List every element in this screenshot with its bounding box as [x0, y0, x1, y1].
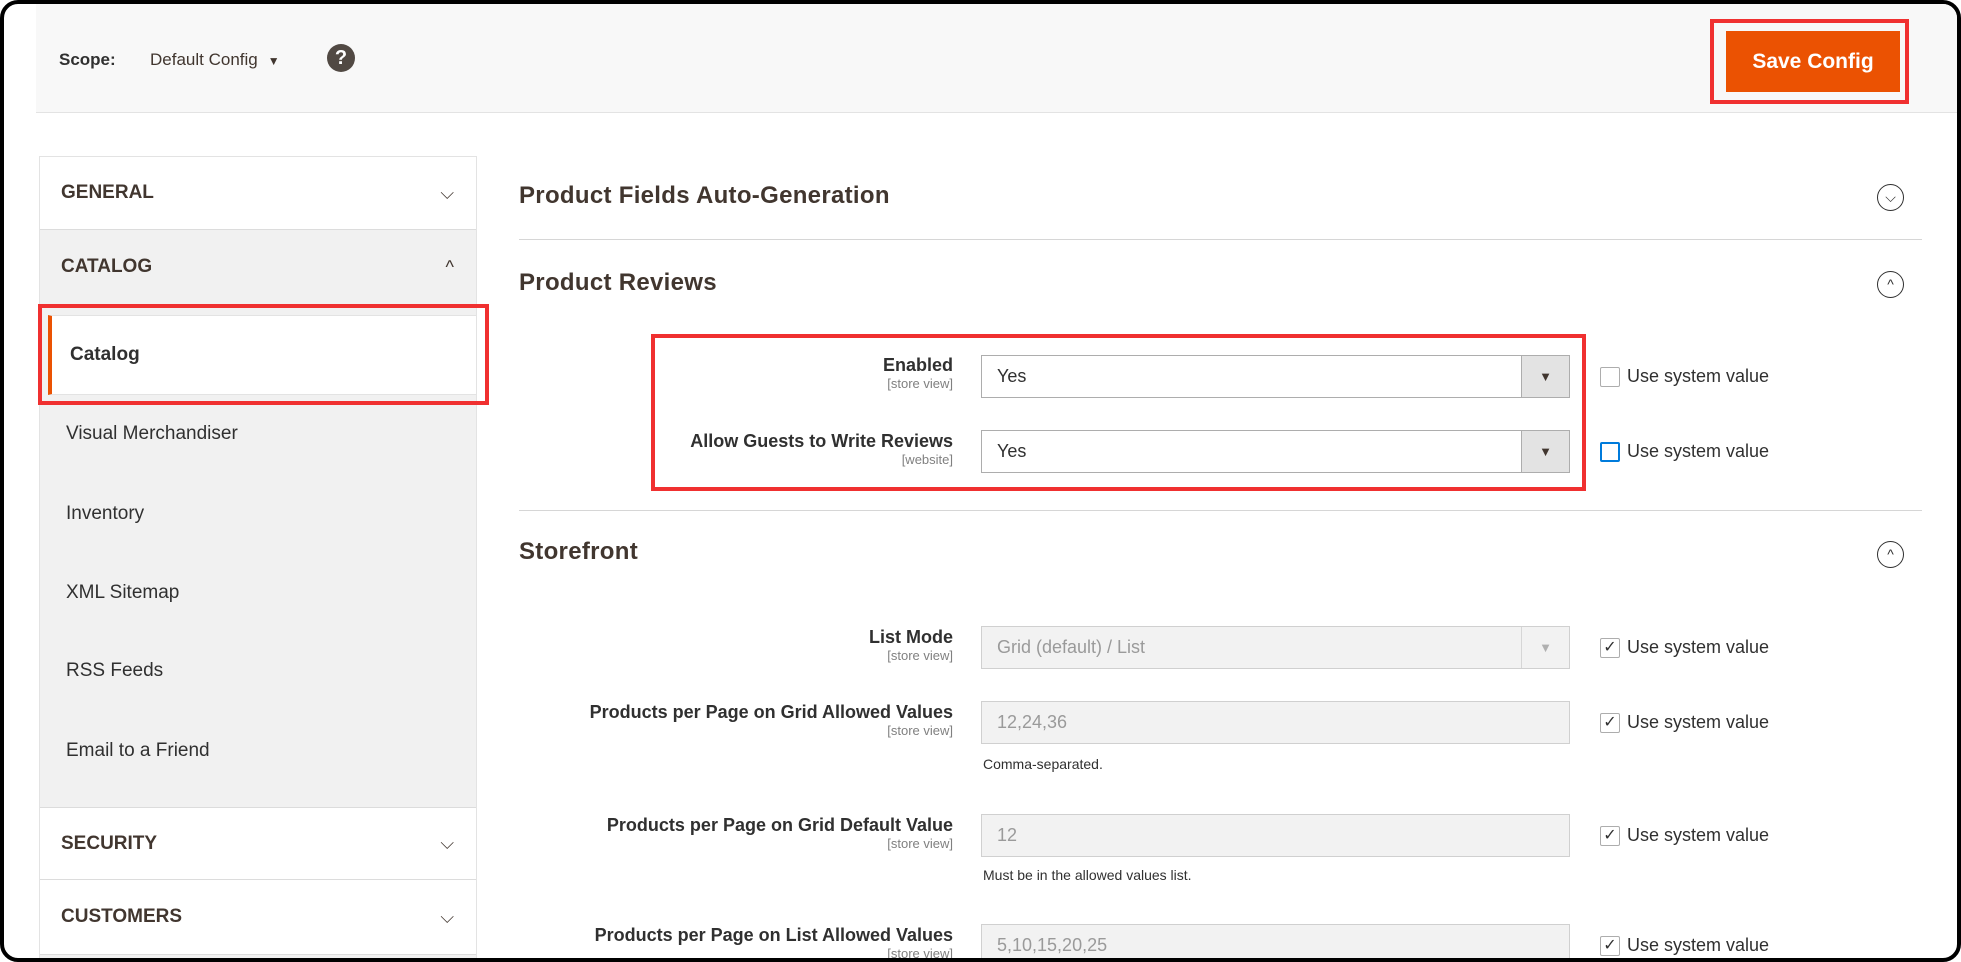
save-config-button[interactable]: Save Config	[1726, 31, 1900, 92]
field-label-grid-allowed: Products per Page on Grid Allowed Values…	[589, 702, 953, 738]
checkbox-label: Use system value	[1627, 637, 1770, 657]
field-note: Comma-separated.	[983, 756, 1103, 772]
use-system-value-list-mode[interactable]: ✓ Use system value	[1600, 637, 1769, 658]
checkbox[interactable]	[1600, 441, 1620, 462]
grid-default-value-input[interactable]: 12	[981, 814, 1570, 857]
sidebar-item-catalog[interactable]: Catalog	[48, 315, 476, 395]
sidebar-item-rss-feeds[interactable]: RSS Feeds	[40, 646, 476, 696]
caret-down-icon: ▼	[267, 54, 280, 68]
sidebar-section-catalog[interactable]: CATALOG ^	[40, 230, 476, 304]
use-system-value-list-allowed[interactable]: ✓ Use system value	[1600, 935, 1769, 956]
sidebar-item-visual-merchandiser[interactable]: Visual Merchandiser	[40, 409, 476, 459]
dropdown-arrow-icon: ▼	[1521, 356, 1569, 397]
grid-allowed-values-input[interactable]: 12,24,36	[981, 701, 1570, 744]
checkbox-label: Use system value	[1627, 712, 1770, 732]
divider	[519, 510, 1922, 511]
checkbox-label: Use system value	[1627, 366, 1770, 386]
use-system-value-grid-default[interactable]: ✓ Use system value	[1600, 825, 1769, 846]
checkbox-label: Use system value	[1627, 441, 1770, 461]
use-system-value-enabled[interactable]: Use system value	[1600, 366, 1769, 387]
divider	[519, 239, 1922, 240]
scope-switcher[interactable]: Default Config ▼	[150, 50, 280, 70]
checkbox-checked[interactable]: ✓	[1600, 825, 1620, 846]
sidebar-item-email-to-a-friend[interactable]: Email to a Friend	[40, 726, 476, 776]
section-label: CUSTOMERS	[61, 906, 183, 927]
sidebar-section-general[interactable]: GENERAL ⌵	[40, 157, 476, 230]
chevron-down-icon: ⌵	[440, 833, 454, 853]
sidebar-item-xml-sitemap[interactable]: XML Sitemap	[40, 568, 476, 618]
sidebar-section-security[interactable]: SECURITY ⌵	[40, 807, 476, 880]
field-label-list-mode: List Mode [store view]	[869, 627, 953, 663]
select-value: Yes	[997, 366, 1027, 386]
checkbox[interactable]	[1600, 366, 1620, 387]
field-note: Must be in the allowed values list.	[983, 867, 1192, 883]
app-frame: Scope: Default Config ▼ ? Save Config GEN…	[0, 0, 1961, 962]
expand-circle-icon[interactable]: ⌵	[1877, 184, 1904, 211]
checkbox-label: Use system value	[1627, 935, 1770, 955]
section-label: CATALOG	[61, 256, 153, 277]
collapse-circle-icon[interactable]: ^	[1877, 541, 1904, 568]
sidebar-item-inventory[interactable]: Inventory	[40, 489, 476, 539]
sidebar-section-customers[interactable]: CUSTOMERS ⌵	[40, 880, 476, 955]
scope-value: Default Config	[150, 50, 258, 69]
section-title-product-reviews[interactable]: Product Reviews	[519, 269, 717, 297]
checkbox-checked[interactable]: ✓	[1600, 637, 1620, 658]
collapse-circle-icon[interactable]: ^	[1877, 271, 1904, 298]
field-label-list-allowed: Products per Page on List Allowed Values…	[594, 925, 953, 961]
checkbox-label: Use system value	[1627, 825, 1770, 845]
dropdown-arrow-icon: ▼	[1521, 627, 1569, 668]
select-value: Grid (default) / List	[997, 637, 1146, 657]
select-value: Yes	[997, 441, 1027, 461]
page-actions-header: Scope: Default Config ▼ ? Save Config	[36, 4, 1957, 113]
chevron-up-icon: ^	[445, 256, 454, 277]
section-title-auto-generation[interactable]: Product Fields Auto-Generation	[519, 182, 890, 210]
config-sidebar: GENERAL ⌵ CATALOG ^ Catalog Visual Merchan…	[39, 156, 477, 958]
checkbox-checked[interactable]: ✓	[1600, 935, 1620, 956]
list-mode-select[interactable]: Grid (default) / List ▼	[981, 626, 1570, 669]
section-title-storefront[interactable]: Storefront	[519, 538, 638, 566]
section-label: SECURITY	[61, 832, 158, 854]
dropdown-arrow-icon: ▼	[1521, 431, 1569, 472]
list-allowed-values-input[interactable]: 5,10,15,20,25	[981, 924, 1570, 958]
section-label: GENERAL	[61, 182, 154, 203]
question-circle-icon[interactable]: ?	[327, 44, 355, 72]
allow-guests-select[interactable]: Yes ▼	[981, 430, 1570, 473]
field-label-grid-default: Products per Page on Grid Default Value[…	[606, 815, 953, 851]
scope-label: Scope:	[59, 50, 116, 69]
use-system-value-grid-allowed[interactable]: ✓ Use system value	[1600, 712, 1769, 733]
chevron-down-icon: ⌵	[440, 906, 454, 927]
use-system-value-allow-guests[interactable]: Use system value	[1600, 441, 1769, 462]
chevron-down-icon: ⌵	[440, 182, 454, 203]
field-label-allow-guests: Allow Guests to Write Reviews [website]	[690, 431, 953, 467]
field-label-enabled: Enabled [store view]	[882, 355, 953, 391]
checkbox-checked[interactable]: ✓	[1600, 712, 1620, 733]
enabled-select[interactable]: Yes ▼	[981, 355, 1570, 398]
